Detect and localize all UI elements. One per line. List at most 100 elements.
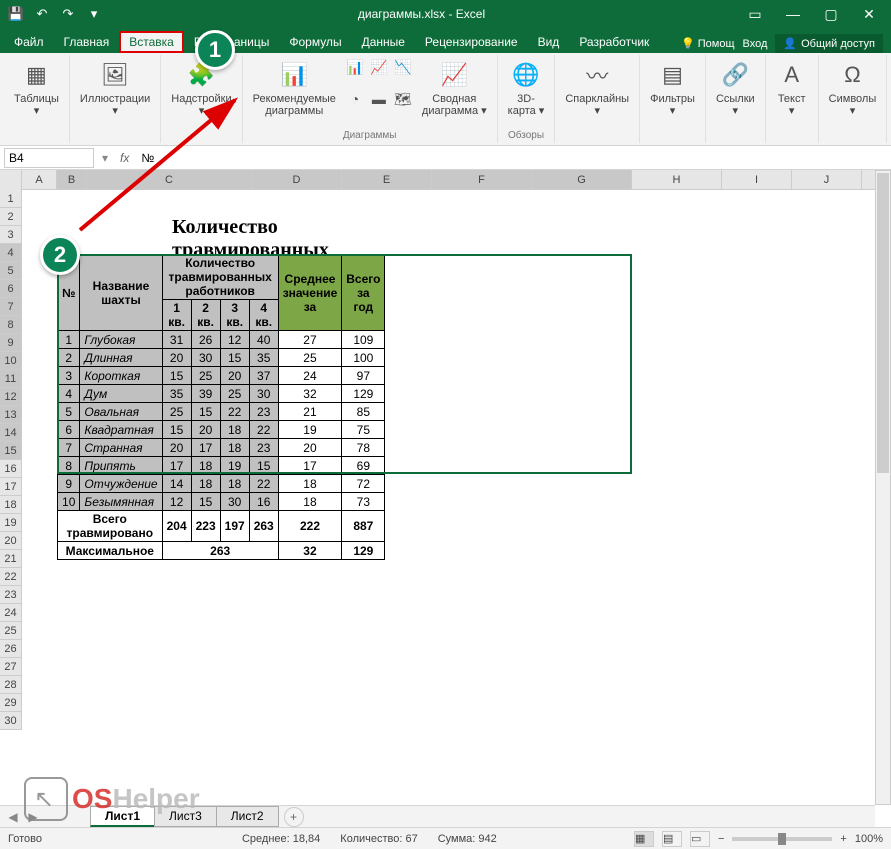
- zoom-in-icon[interactable]: +: [840, 833, 846, 845]
- ribbon-btn-Символы[interactable]: ΩСимволы ▾: [825, 57, 881, 119]
- save-icon[interactable]: 💾: [4, 3, 28, 25]
- chart-type-icon[interactable]: 🗺: [392, 89, 414, 109]
- row-header-23[interactable]: 23: [0, 586, 22, 604]
- row-header-3[interactable]: 3: [0, 226, 22, 244]
- zoom-slider[interactable]: [732, 837, 832, 841]
- chart-type-icon[interactable]: 📊: [344, 57, 366, 77]
- row-header-7[interactable]: 7: [0, 298, 22, 316]
- row-header-29[interactable]: 29: [0, 694, 22, 712]
- view-pagelayout-icon[interactable]: ▤: [662, 831, 682, 847]
- col-header-J[interactable]: J: [792, 170, 862, 189]
- col-header-A[interactable]: A: [22, 170, 57, 189]
- row-header-4[interactable]: 4: [0, 244, 22, 262]
- row-header-11[interactable]: 11: [0, 370, 22, 388]
- ribbon-btn-3D-[interactable]: 🌐3D- карта ▾: [504, 57, 549, 119]
- tab-formulas[interactable]: Формулы: [279, 31, 351, 53]
- pivot-chart-button[interactable]: 📈Сводная диаграмма ▾: [418, 57, 491, 119]
- col-header-I[interactable]: I: [722, 170, 792, 189]
- view-pagebreak-icon[interactable]: ▭: [690, 831, 710, 847]
- row-header-28[interactable]: 28: [0, 676, 22, 694]
- share-button[interactable]: 👤 Общий доступ: [775, 34, 883, 53]
- formula-input[interactable]: №: [137, 151, 891, 165]
- select-all-corner[interactable]: [0, 170, 22, 190]
- row-header-1[interactable]: 1: [0, 190, 22, 208]
- ribbon-group-label: Обзоры: [508, 130, 544, 141]
- row-header-22[interactable]: 22: [0, 568, 22, 586]
- ribbon-btn-Иллюстрации[interactable]: 🖼Иллюстрации ▾: [76, 57, 154, 119]
- status-bar: Готово Среднее: 18,84 Количество: 67 Сум…: [0, 827, 891, 849]
- row-header-12[interactable]: 12: [0, 388, 22, 406]
- tab-review[interactable]: Рецензирование: [415, 31, 528, 53]
- row-header-5[interactable]: 5: [0, 262, 22, 280]
- chart-type-icon[interactable]: ▬: [368, 89, 390, 109]
- row-header-26[interactable]: 26: [0, 640, 22, 658]
- row-header-27[interactable]: 27: [0, 658, 22, 676]
- tab-data[interactable]: Данные: [352, 31, 415, 53]
- row-header-18[interactable]: 18: [0, 496, 22, 514]
- undo-icon[interactable]: ↶: [30, 3, 54, 25]
- tab-insert[interactable]: Вставка: [119, 31, 184, 53]
- ribbon-btn-Ссылки[interactable]: 🔗Ссылки ▾: [712, 57, 759, 119]
- col-header-H[interactable]: H: [632, 170, 722, 189]
- tab-view[interactable]: Вид: [528, 31, 570, 53]
- row-header-10[interactable]: 10: [0, 352, 22, 370]
- col-header-B[interactable]: B: [57, 170, 87, 189]
- row-header-6[interactable]: 6: [0, 280, 22, 298]
- row-header-19[interactable]: 19: [0, 514, 22, 532]
- row-header-13[interactable]: 13: [0, 406, 22, 424]
- vertical-scrollbar[interactable]: [875, 170, 891, 805]
- zoom-level[interactable]: 100%: [855, 833, 883, 845]
- close-icon[interactable]: ✕: [851, 3, 887, 25]
- row-header-25[interactable]: 25: [0, 622, 22, 640]
- row-header-8[interactable]: 8: [0, 316, 22, 334]
- ribbon-btn-Фильтры[interactable]: ▤Фильтры ▾: [646, 57, 699, 119]
- row-header-17[interactable]: 17: [0, 478, 22, 496]
- add-sheet-button[interactable]: +: [284, 807, 304, 827]
- sheet-tab-Лист2[interactable]: Лист2: [216, 806, 279, 827]
- tab-developer[interactable]: Разработчик: [569, 31, 659, 53]
- status-sum: Сумма: 942: [438, 833, 497, 845]
- quick-access-toolbar: 💾 ↶ ↷ ▾: [4, 3, 106, 25]
- ribbon-options-icon[interactable]: ▭: [737, 3, 773, 25]
- col-header-G[interactable]: G: [532, 170, 632, 189]
- name-box[interactable]: [4, 148, 94, 168]
- ribbon-icon: A: [776, 59, 808, 91]
- row-header-15[interactable]: 15: [0, 442, 22, 460]
- qat-dropdown-icon[interactable]: ▾: [82, 3, 106, 25]
- table-row: 9Отчуждение141818221872: [58, 475, 385, 493]
- chart-type-icon[interactable]: 📉: [392, 57, 414, 77]
- zoom-out-icon[interactable]: −: [718, 833, 724, 845]
- view-normal-icon[interactable]: ▦: [634, 831, 654, 847]
- fx-icon[interactable]: fx: [112, 151, 137, 165]
- ribbon-icon: ▤: [657, 59, 689, 91]
- row-header-20[interactable]: 20: [0, 532, 22, 550]
- row-header-30[interactable]: 30: [0, 712, 22, 730]
- col-header-D[interactable]: D: [252, 170, 342, 189]
- minimize-icon[interactable]: —: [775, 3, 811, 25]
- table-row: 5Овальная251522232185: [58, 403, 385, 421]
- tell-me[interactable]: 💡 Помощ: [681, 37, 735, 50]
- login-link[interactable]: Вход: [743, 38, 768, 50]
- ribbon-btn-Таблицы[interactable]: ▦Таблицы ▾: [10, 57, 63, 119]
- redo-icon[interactable]: ↷: [56, 3, 80, 25]
- ribbon-btn-Спарклайны[interactable]: 〰Спарклайны ▾: [561, 57, 633, 119]
- ribbon-btn-Текст[interactable]: AТекст ▾: [772, 57, 812, 119]
- row-header-2[interactable]: 2: [0, 208, 22, 226]
- maximize-icon[interactable]: ▢: [813, 3, 849, 25]
- col-header-E[interactable]: E: [342, 170, 432, 189]
- chart-type-icons[interactable]: 📊📈📉 ◔▬🗺: [344, 57, 414, 119]
- namebox-dropdown-icon[interactable]: ▾: [98, 151, 112, 165]
- chart-type-icon[interactable]: ◔: [344, 89, 366, 109]
- tab-file[interactable]: Файл: [4, 31, 54, 53]
- row-header-16[interactable]: 16: [0, 460, 22, 478]
- tab-home[interactable]: Главная: [54, 31, 120, 53]
- spreadsheet-grid[interactable]: ABCDEFGHIJ 12345678910111213141516171819…: [0, 170, 891, 790]
- col-header-F[interactable]: F: [432, 170, 532, 189]
- col-header-C[interactable]: C: [87, 170, 252, 189]
- row-header-21[interactable]: 21: [0, 550, 22, 568]
- row-header-9[interactable]: 9: [0, 334, 22, 352]
- row-header-14[interactable]: 14: [0, 424, 22, 442]
- ribbon-btn-Рекомендуемые[interactable]: 📊Рекомендуемые диаграммы: [249, 57, 340, 119]
- chart-type-icon[interactable]: 📈: [368, 57, 390, 77]
- row-header-24[interactable]: 24: [0, 604, 22, 622]
